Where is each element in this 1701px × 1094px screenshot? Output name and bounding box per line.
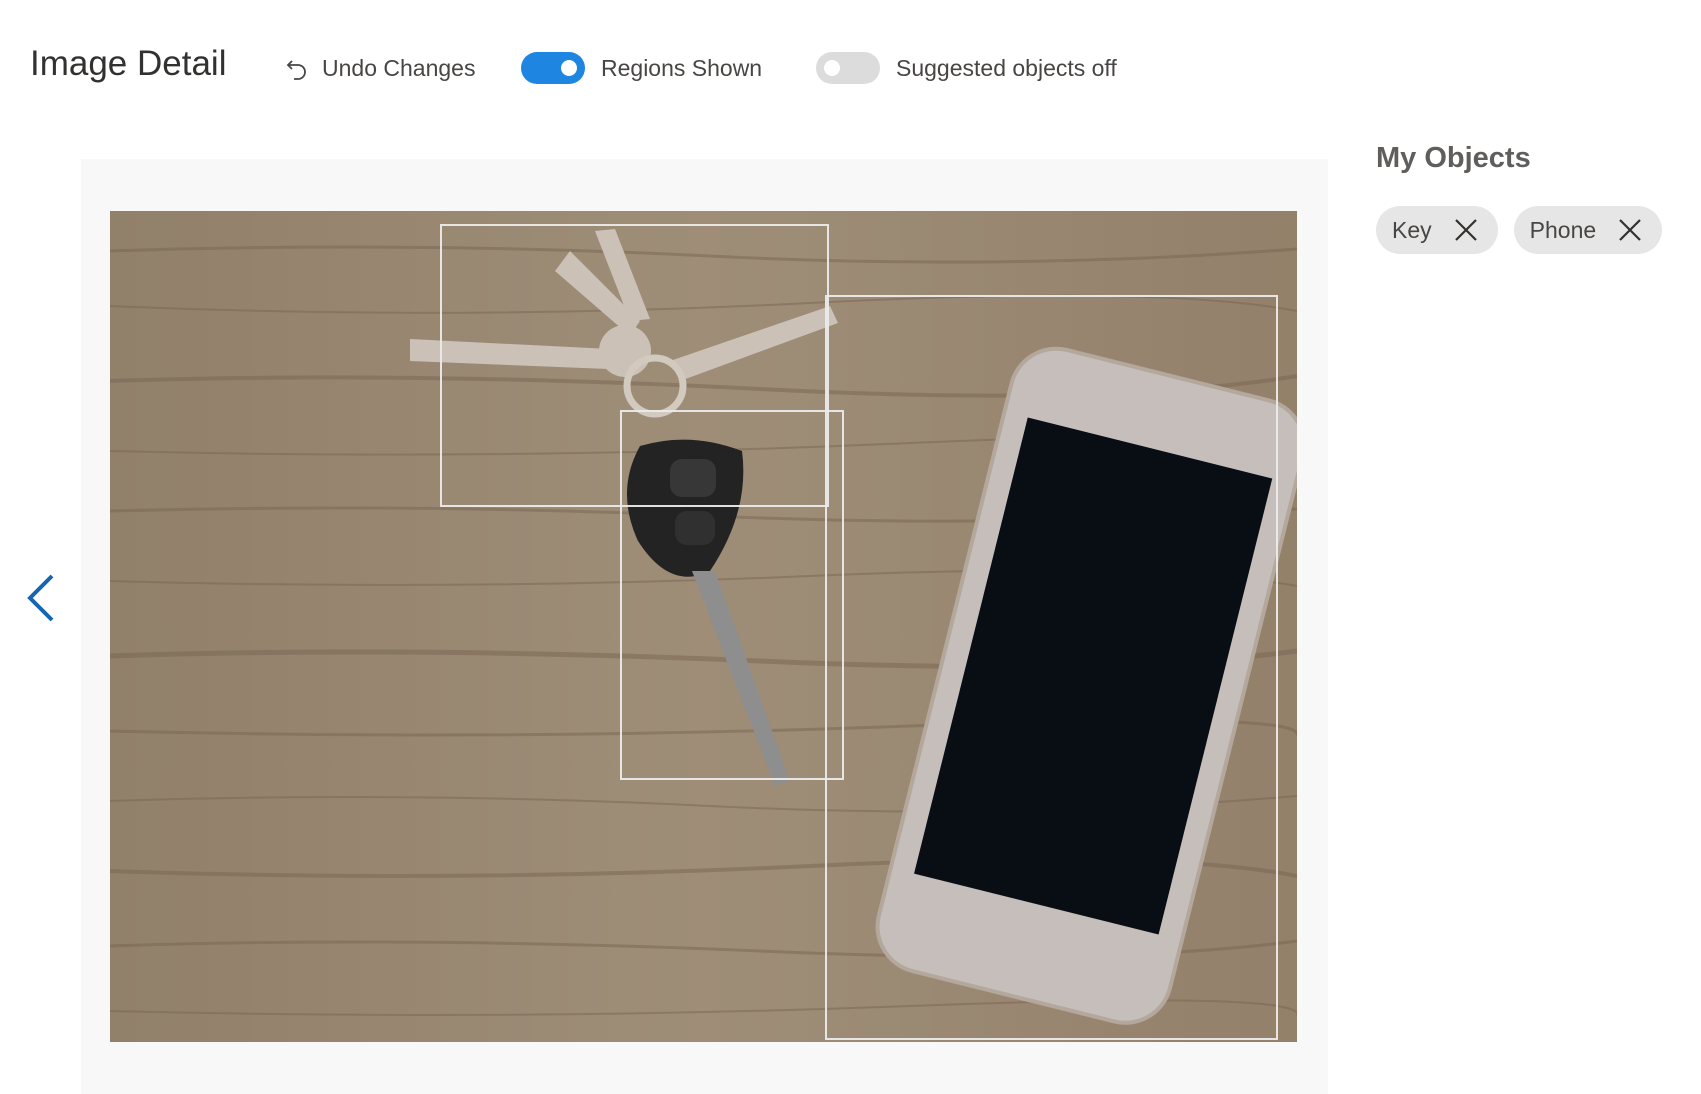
- object-chip-label: Phone: [1529, 216, 1597, 243]
- object-chips: Key Phone: [1376, 206, 1663, 254]
- toggle-knob: [824, 60, 840, 76]
- my-objects-title: My Objects: [1376, 142, 1531, 174]
- regions-shown-label: Regions Shown: [601, 54, 763, 81]
- toggle-knob: [561, 60, 577, 76]
- regions-shown-toggle[interactable]: [521, 52, 585, 84]
- close-icon[interactable]: [1452, 216, 1480, 244]
- suggested-objects-toggle[interactable]: [816, 52, 880, 84]
- image-stage: [81, 159, 1328, 1094]
- undo-changes-label: Undo Changes: [322, 54, 476, 81]
- region-key-2[interactable]: [620, 410, 844, 780]
- object-chip-label: Key: [1392, 216, 1432, 243]
- undo-changes-button[interactable]: Undo Changes: [284, 48, 475, 88]
- chevron-left-icon[interactable]: [22, 570, 62, 626]
- suggested-objects-label: Suggested objects off: [896, 54, 1117, 81]
- region-phone[interactable]: [825, 295, 1278, 1040]
- suggested-objects-toggle-group: Suggested objects off: [816, 48, 1117, 88]
- object-chip-key: Key: [1376, 206, 1498, 254]
- page-title: Image Detail: [30, 44, 227, 83]
- undo-icon: [286, 60, 306, 80]
- close-icon[interactable]: [1616, 216, 1644, 244]
- regions-shown-toggle-group: Regions Shown: [521, 48, 762, 88]
- photo: [110, 211, 1297, 1042]
- object-chip-phone: Phone: [1513, 206, 1663, 254]
